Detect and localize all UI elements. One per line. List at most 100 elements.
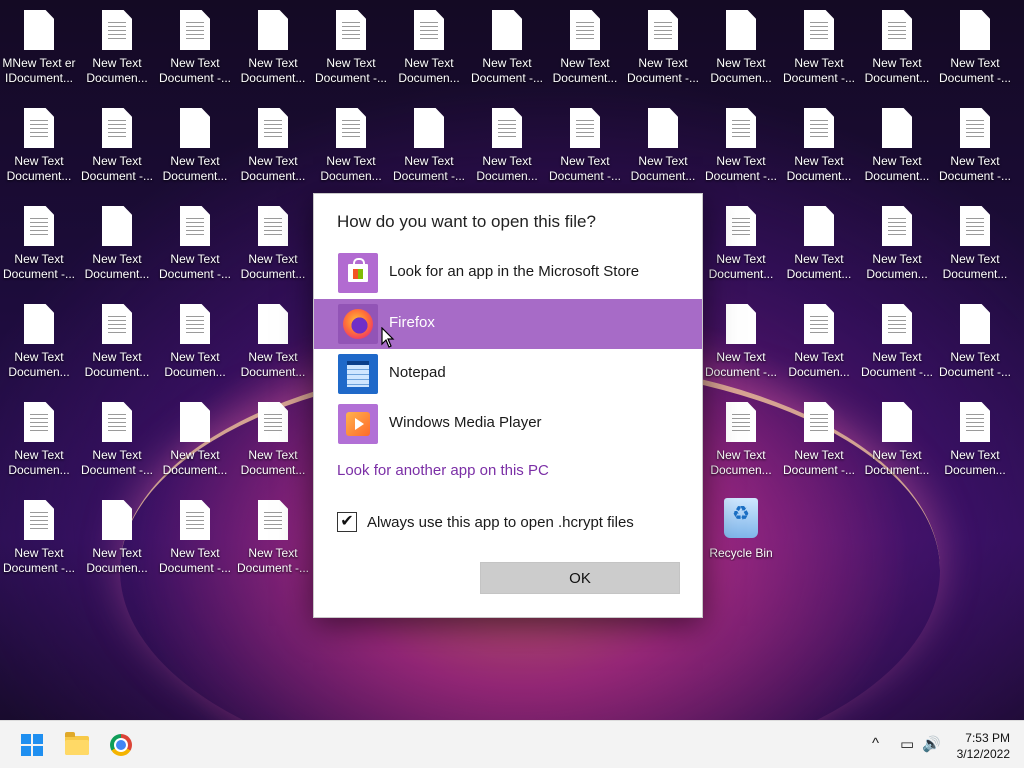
desktop-icon-label: New Text bbox=[794, 350, 844, 364]
desktop-file-icon[interactable]: New TextDocument -... bbox=[702, 294, 780, 382]
desktop-file-icon[interactable]: New TextDocumen... bbox=[312, 98, 390, 186]
desktop-file-icon[interactable]: New TextDocumen... bbox=[858, 196, 936, 284]
desktop-file-icon[interactable]: New TextDocument -... bbox=[78, 98, 156, 186]
desktop-file-icon[interactable]: New TextDocument -... bbox=[468, 0, 546, 88]
always-use-option[interactable]: ✔ Always use this app to open .hcrypt fi… bbox=[337, 512, 634, 532]
desktop-file-icon[interactable]: New TextDocument -... bbox=[78, 392, 156, 480]
desktop-file-icon[interactable]: New TextDocumen... bbox=[78, 490, 156, 578]
start-button[interactable] bbox=[16, 729, 48, 761]
desktop-icon-label: New Text bbox=[638, 56, 688, 70]
firefox-icon bbox=[338, 304, 378, 344]
desktop-file-icon[interactable]: New TextDocument... bbox=[858, 392, 936, 480]
desktop-file-icon[interactable]: New TextDocument -... bbox=[156, 196, 234, 284]
desktop-file-icon[interactable]: New TextDocumen... bbox=[156, 294, 234, 382]
open-with-dialog: How do you want to open this file? Look … bbox=[313, 193, 703, 618]
desktop-file-icon[interactable]: New TextDocument... bbox=[234, 0, 312, 88]
network-icon[interactable]: ▭ bbox=[900, 735, 914, 753]
desktop-icon-label: New Text bbox=[170, 154, 220, 168]
text-document-icon bbox=[882, 108, 912, 148]
desktop-file-icon[interactable]: New TextDocument -... bbox=[702, 98, 780, 186]
desktop-icon-label: Documen... bbox=[86, 71, 148, 85]
desktop-icon-label: Document... bbox=[6, 169, 72, 183]
desktop-file-icon[interactable]: New TextDocument -... bbox=[936, 0, 1014, 88]
show-hidden-icons-chevron-icon[interactable]: ^ bbox=[872, 735, 879, 752]
file-explorer-button[interactable] bbox=[61, 729, 93, 761]
desktop-file-icon[interactable]: New TextDocument... bbox=[78, 196, 156, 284]
desktop-file-icon[interactable]: New TextDocument... bbox=[234, 294, 312, 382]
desktop-file-icon[interactable]: New TextDocument... bbox=[234, 392, 312, 480]
recycle-bin[interactable]: ♻ Recycle Bin bbox=[702, 490, 780, 578]
app-option-notepad[interactable]: Notepad bbox=[314, 349, 702, 399]
chrome-button[interactable] bbox=[105, 729, 137, 761]
desktop-file-icon[interactable]: New TextDocument... bbox=[0, 98, 78, 186]
desktop-icon-label: New Text bbox=[248, 252, 298, 266]
desktop-icon-label: New Text bbox=[950, 448, 1000, 462]
desktop-file-icon[interactable]: New TextDocument -... bbox=[234, 490, 312, 578]
desktop-file-icon[interactable]: New TextDocument... bbox=[936, 196, 1014, 284]
desktop-file-icon[interactable]: New TextDocument... bbox=[234, 196, 312, 284]
desktop-file-icon[interactable]: New TextDocument -... bbox=[312, 0, 390, 88]
desktop-file-icon[interactable]: New TextDocumen... bbox=[390, 0, 468, 88]
always-use-checkbox[interactable]: ✔ bbox=[337, 512, 357, 532]
desktop-file-icon[interactable]: New TextDocument... bbox=[546, 0, 624, 88]
desktop-icon-label: New Text bbox=[950, 350, 1000, 364]
volume-icon[interactable]: 🔊 bbox=[922, 735, 941, 753]
desktop-icon-label: New Text bbox=[170, 56, 220, 70]
desktop-icon-label: Document -... bbox=[158, 267, 232, 281]
text-document-icon bbox=[570, 10, 600, 50]
desktop-file-icon[interactable]: New TextDocument -... bbox=[546, 98, 624, 186]
desktop-icon-label: New Text bbox=[950, 154, 1000, 168]
desktop-file-icon[interactable]: New TextDocument -... bbox=[858, 294, 936, 382]
desktop-file-icon[interactable]: New TextDocument -... bbox=[780, 392, 858, 480]
desktop-file-icon[interactable]: New TextDocument -... bbox=[390, 98, 468, 186]
desktop-file-icon[interactable]: New TextDocumen... bbox=[0, 294, 78, 382]
text-document-icon bbox=[258, 304, 288, 344]
desktop-icon-label: New Text bbox=[14, 448, 64, 462]
text-document-icon bbox=[102, 108, 132, 148]
desktop-file-icon[interactable]: New TextDocumen... bbox=[780, 294, 858, 382]
desktop-file-icon[interactable]: New TextDocument... bbox=[624, 98, 702, 186]
desktop-file-icon[interactable]: New TextDocument -... bbox=[780, 0, 858, 88]
desktop-icon-label: Document... bbox=[240, 71, 306, 85]
desktop-icon-label: Document -... bbox=[626, 71, 700, 85]
desktop-file-icon[interactable]: New TextDocument... bbox=[78, 294, 156, 382]
text-document-icon bbox=[336, 10, 366, 50]
desktop-icon-label: New Text bbox=[326, 154, 376, 168]
desktop-file-icon[interactable]: MNew Text er IDocument... bbox=[0, 0, 78, 88]
desktop-file-icon[interactable]: New TextDocument... bbox=[780, 98, 858, 186]
desktop-file-icon[interactable]: New TextDocument... bbox=[780, 196, 858, 284]
desktop-file-icon[interactable]: New TextDocument... bbox=[702, 196, 780, 284]
desktop-icon-label: Documen... bbox=[476, 169, 538, 183]
desktop-file-icon[interactable]: New TextDocument -... bbox=[936, 294, 1014, 382]
desktop-icon-label: New Text bbox=[170, 350, 220, 364]
desktop-file-icon[interactable]: New TextDocument -... bbox=[0, 490, 78, 578]
desktop-file-icon[interactable]: New TextDocument... bbox=[858, 0, 936, 88]
desktop-file-icon[interactable]: New TextDocument... bbox=[156, 392, 234, 480]
desktop-icon-label: Documen... bbox=[710, 71, 772, 85]
desktop-file-icon[interactable]: New TextDocument -... bbox=[156, 0, 234, 88]
desktop-file-icon[interactable]: New TextDocumen... bbox=[702, 0, 780, 88]
desktop-file-icon[interactable]: New TextDocumen... bbox=[468, 98, 546, 186]
desktop-icon-label: Document -... bbox=[938, 169, 1012, 183]
desktop-file-icon[interactable]: New TextDocument... bbox=[156, 98, 234, 186]
desktop-file-icon[interactable]: New TextDocumen... bbox=[0, 392, 78, 480]
desktop-file-icon[interactable]: New TextDocument -... bbox=[936, 98, 1014, 186]
desktop-file-icon[interactable]: New TextDocumen... bbox=[78, 0, 156, 88]
desktop-icon-label: New Text bbox=[14, 154, 64, 168]
desktop-file-icon[interactable]: New TextDocument -... bbox=[156, 490, 234, 578]
desktop-file-icon[interactable]: New TextDocumen... bbox=[702, 392, 780, 480]
text-document-icon bbox=[180, 10, 210, 50]
desktop-file-icon[interactable]: New TextDocument -... bbox=[624, 0, 702, 88]
desktop-file-icon[interactable]: New TextDocument -... bbox=[0, 196, 78, 284]
app-option-firefox[interactable]: Firefox bbox=[314, 299, 702, 349]
app-option-microsoft-store[interactable]: Look for an app in the Microsoft Store bbox=[314, 248, 702, 298]
look-for-another-app-link[interactable]: Look for another app on this PC bbox=[337, 462, 549, 479]
desktop-icon-label: New Text bbox=[170, 252, 220, 266]
desktop-icon-label: New Text bbox=[794, 448, 844, 462]
app-option-windows-media-player[interactable]: Windows Media Player bbox=[314, 399, 702, 449]
desktop-file-icon[interactable]: New TextDocument... bbox=[858, 98, 936, 186]
desktop-file-icon[interactable]: New TextDocumen... bbox=[936, 392, 1014, 480]
clock[interactable]: 7:53 PM 3/12/2022 bbox=[957, 730, 1010, 762]
desktop-file-icon[interactable]: New TextDocument... bbox=[234, 98, 312, 186]
ok-button[interactable]: OK bbox=[480, 562, 680, 594]
